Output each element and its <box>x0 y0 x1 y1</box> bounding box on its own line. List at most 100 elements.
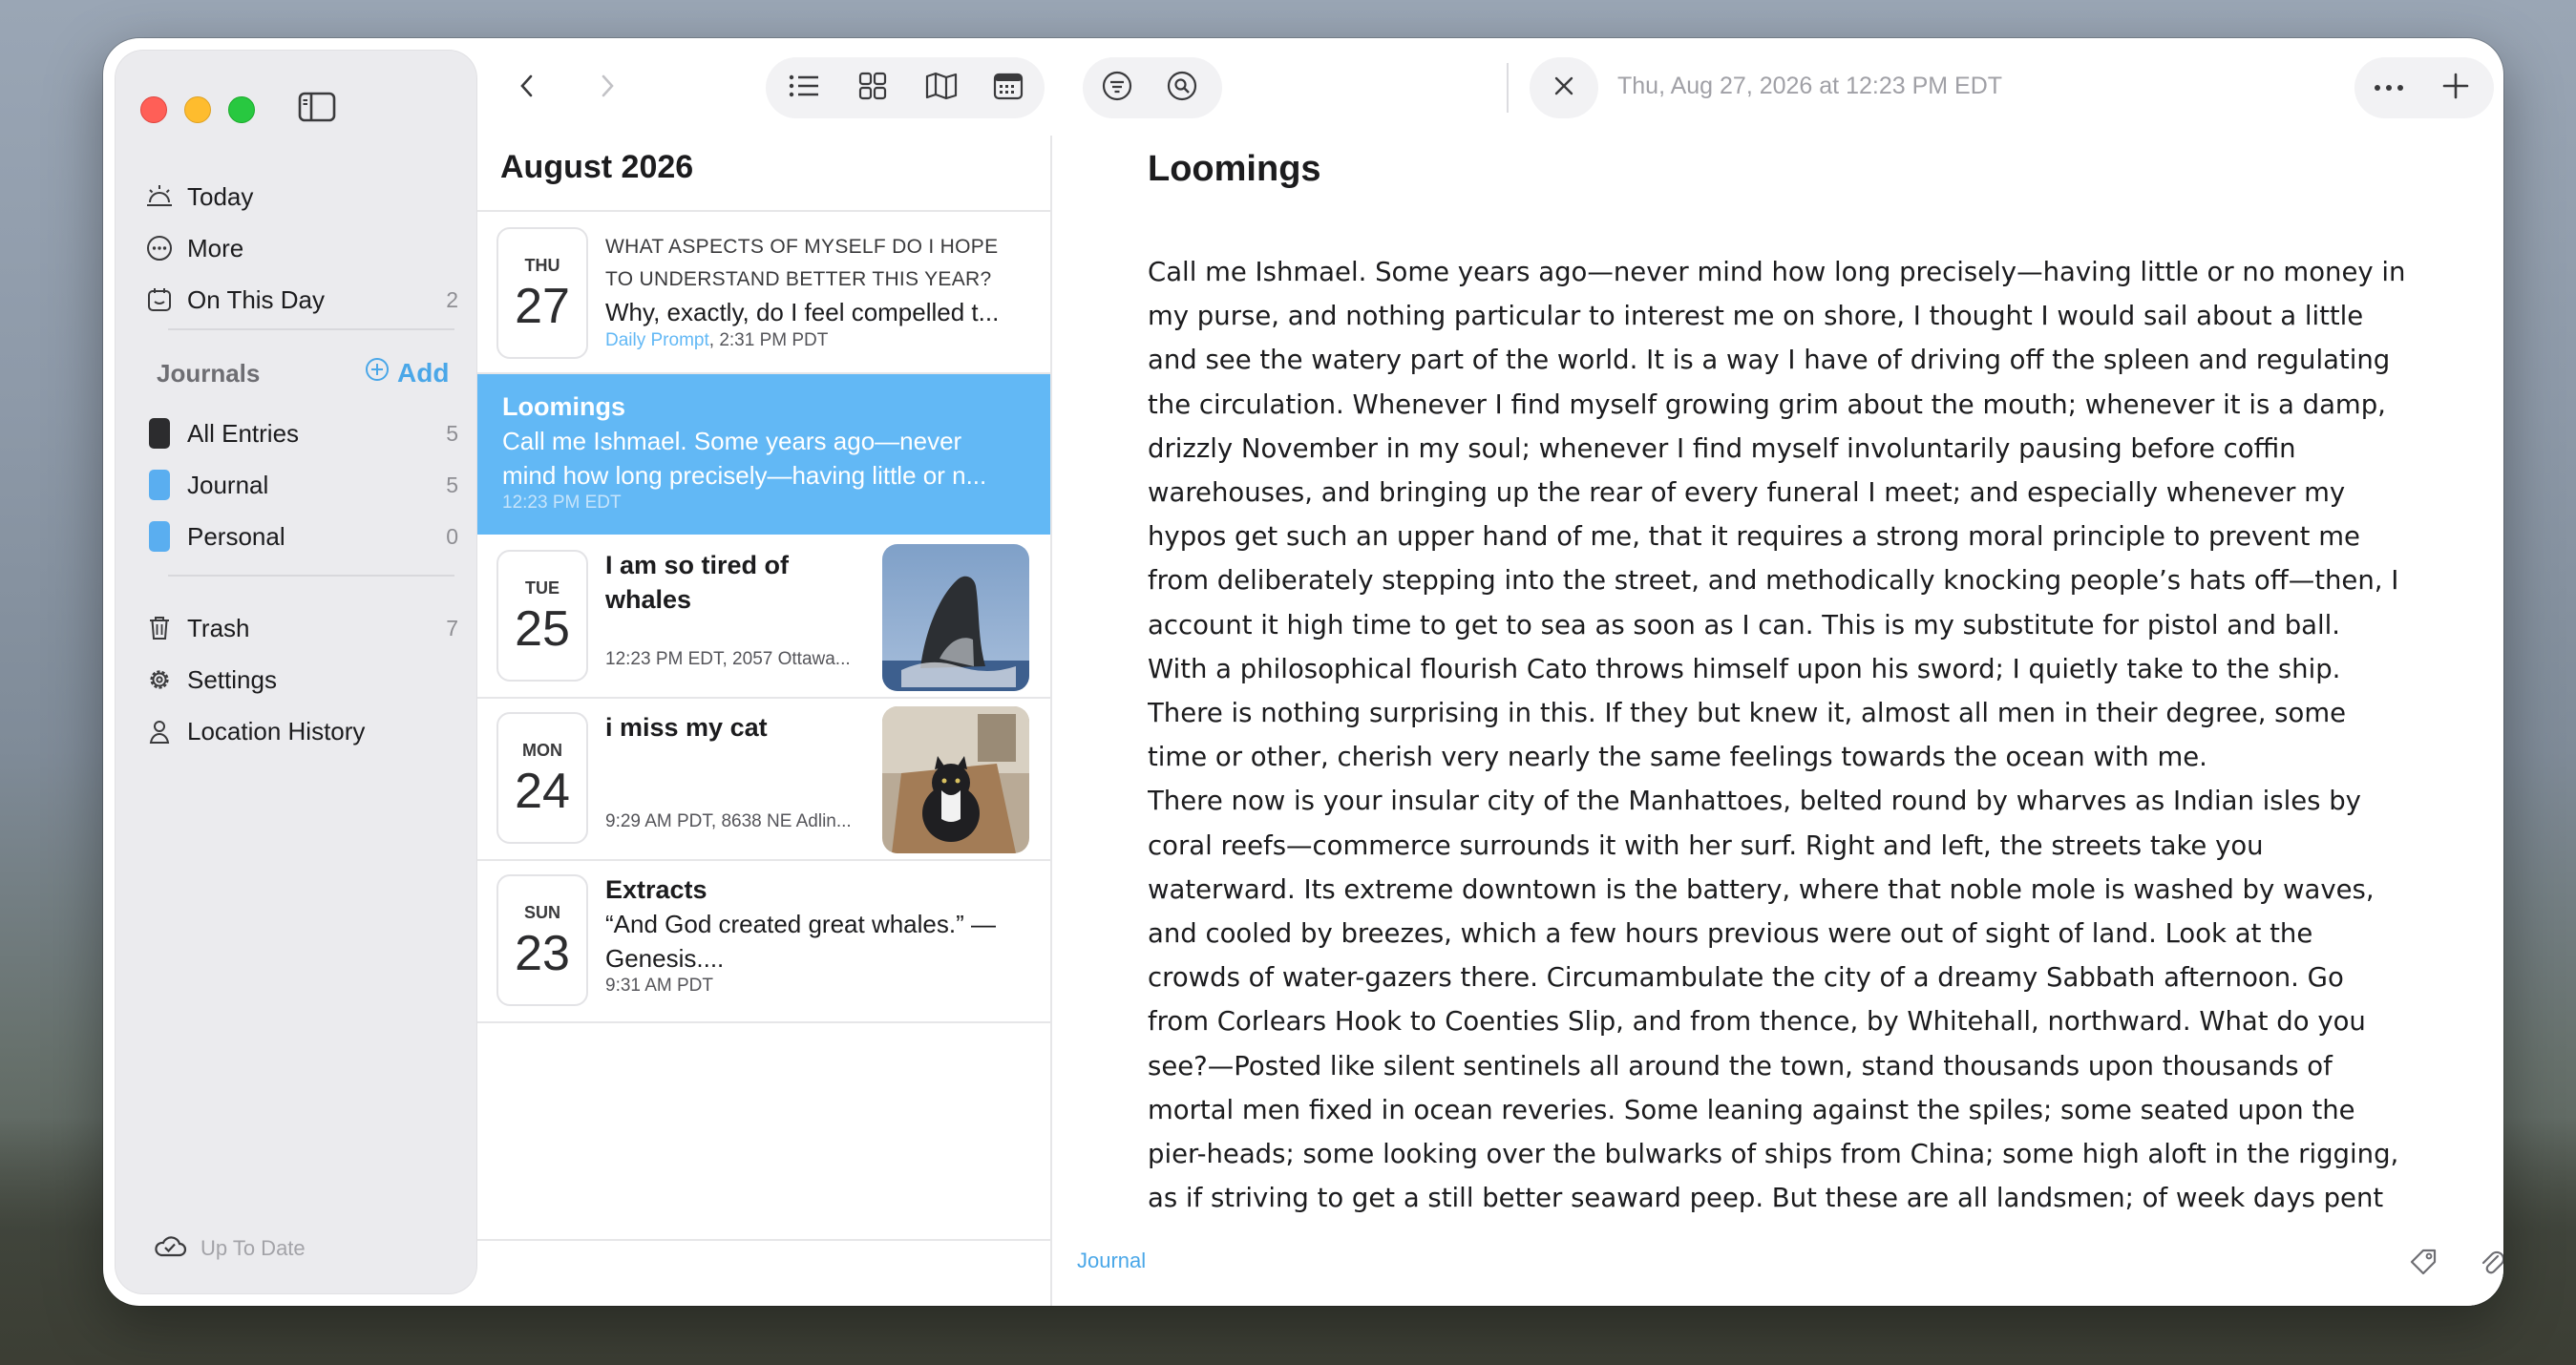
entry-meta-tag: Daily Prompt <box>605 330 709 350</box>
cat-photo-thumbnail <box>882 706 1029 853</box>
sync-status-label: Up To Date <box>201 1236 306 1260</box>
list-item[interactable]: THU 27 WHAT ASPECTS OF MYSELF DO I HOPE … <box>477 212 1050 374</box>
add-label: Add <box>397 357 450 388</box>
divider <box>477 1239 1050 1241</box>
plus-circle-icon <box>365 357 390 388</box>
day-of-week: TUE <box>525 578 560 598</box>
entry-date-stamp[interactable]: Thu, Aug 27, 2026 at 12:23 PM EDT <box>1617 73 2002 100</box>
sidebar-item-label: All Entries <box>187 418 300 448</box>
entry-text: Extracts “And God created great whales.”… <box>605 872 1035 997</box>
editor-footer: Journal Aa <box>1052 1231 2503 1306</box>
entry-date-box: TUE 25 <box>496 550 588 682</box>
search-button[interactable] <box>1157 63 1207 113</box>
sidebar: Today More On This Day 2 Journals Add Al… <box>115 50 477 1294</box>
calendar-view-button[interactable] <box>983 63 1033 113</box>
day-of-week: THU <box>524 256 560 275</box>
grid-icon <box>858 72 887 105</box>
footer-journal-link[interactable]: Journal <box>1077 1249 1146 1273</box>
list-item[interactable]: SUN 23 Extracts “And God created great w… <box>477 859 1050 1023</box>
list-item[interactable]: MON 24 i miss my cat 9:29 AM PDT, 8638 N… <box>477 697 1050 861</box>
entry-preview: mind how long precisely—having little or… <box>502 461 987 490</box>
sidebar-item-personal[interactable]: Personal 0 <box>143 515 458 557</box>
trash-icon <box>143 612 176 644</box>
entry-paragraph: There now is your insular city of the Ma… <box>1148 786 2399 1214</box>
entry-title: i miss my cat <box>605 713 768 742</box>
entry-title-heading[interactable]: Loomings <box>1148 149 1321 190</box>
sidebar-item-location-history[interactable]: Location History <box>143 710 458 752</box>
toolbar-divider <box>1507 63 1509 113</box>
entry-prompt: WHAT ASPECTS OF MYSELF DO I HOPE TO UNDE… <box>605 236 999 290</box>
sidebar-item-label: More <box>187 233 244 262</box>
entry-meta: 12:23 PM EDT <box>502 493 622 513</box>
sidebar-item-label: On This Day <box>187 284 326 314</box>
calendar-icon <box>143 284 176 316</box>
app-window: Today More On This Day 2 Journals Add Al… <box>103 38 2503 1306</box>
forward-button[interactable] <box>582 63 632 113</box>
day-number: 25 <box>515 601 570 657</box>
entry-list: August 2026 THU 27 WHAT ASPECTS OF MYSEL… <box>477 136 1052 1306</box>
entry-preview: Why, exactly, do I feel compelled t... <box>605 298 1000 326</box>
entry-text: WHAT ASPECTS OF MYSELF DO I HOPE TO UNDE… <box>605 231 1025 351</box>
ellipsis-icon <box>2374 79 2404 96</box>
paperclip-icon <box>2479 1247 2503 1282</box>
entry-title: Loomings <box>502 392 625 421</box>
entry-body[interactable]: Call me Ishmael. Some years ago—never mi… <box>1148 250 2408 1224</box>
close-window-button[interactable] <box>140 96 167 123</box>
new-entry-button[interactable] <box>2431 63 2481 113</box>
list-item-selected[interactable]: Loomings Call me Ishmael. Some years ago… <box>477 374 1050 535</box>
entry-preview: “And God created great whales.” — <box>605 910 996 938</box>
ellipsis-circle-icon <box>143 232 176 264</box>
entry-text: I am so tired of whales 12:23 PM EDT, 20… <box>605 548 873 670</box>
sidebar-item-today[interactable]: Today <box>143 176 458 218</box>
entry-paragraph: Call me Ishmael. Some years ago—never mi… <box>1148 257 2406 773</box>
sidebar-item-all-entries[interactable]: All Entries 5 <box>143 412 458 454</box>
entry-date-box: THU 27 <box>496 227 588 359</box>
cloud-check-icon <box>153 1233 187 1264</box>
entry-editor[interactable]: Loomings Call me Ishmael. Some years ago… <box>1052 136 2503 1306</box>
sidebar-item-more[interactable]: More <box>143 227 458 269</box>
sidebar-item-journal[interactable]: Journal 5 <box>143 464 458 506</box>
tag-icon <box>2408 1247 2439 1282</box>
sidebar-item-label: Journal <box>187 470 269 499</box>
sidebar-item-trash[interactable]: Trash 7 <box>143 607 458 649</box>
search-icon <box>1167 71 1197 106</box>
list-view-button[interactable] <box>779 63 829 113</box>
count-badge: 5 <box>446 420 458 446</box>
list-icon <box>788 74 820 103</box>
sunrise-icon <box>143 180 176 213</box>
entry-text: Loomings Call me Ishmael. Some years ago… <box>502 389 1037 514</box>
more-options-button[interactable] <box>2364 63 2414 113</box>
entry-preview: Call me Ishmael. Some years ago—never <box>502 427 962 455</box>
list-item[interactable]: TUE 25 I am so tired of whales 12:23 PM … <box>477 535 1050 699</box>
map-view-button[interactable] <box>917 63 966 113</box>
calendar-grid-icon <box>993 72 1024 105</box>
sidebar-toggle-icon[interactable] <box>294 84 340 130</box>
minimize-window-button[interactable] <box>184 96 211 123</box>
person-pin-icon <box>143 715 176 747</box>
attachment-button[interactable] <box>2471 1243 2503 1285</box>
gear-icon <box>143 663 176 696</box>
close-entry-button[interactable] <box>1539 63 1589 113</box>
sidebar-item-on-this-day[interactable]: On This Day 2 <box>143 279 458 321</box>
filter-button[interactable] <box>1092 63 1142 113</box>
sidebar-item-label: Settings <box>187 664 277 694</box>
add-journal-button[interactable]: Add <box>365 357 449 388</box>
entry-meta: 9:29 AM PDT, 8638 NE Adlin... <box>605 811 852 831</box>
journal-color-swatch <box>149 418 170 449</box>
tag-button[interactable] <box>2402 1243 2444 1285</box>
zoom-window-button[interactable] <box>228 96 255 123</box>
sidebar-item-label: Trash <box>187 613 250 642</box>
sync-status: Up To Date <box>153 1233 306 1264</box>
filter-icon <box>1102 71 1132 106</box>
entry-meta: 9:31 AM PDT <box>605 976 713 996</box>
entry-title: whales <box>605 585 692 614</box>
whale-photo-thumbnail <box>882 544 1029 691</box>
entry-meta: 12:23 PM EDT, 2057 Ottawa... <box>605 649 851 669</box>
entry-date-box: SUN 23 <box>496 874 588 1006</box>
divider <box>168 575 454 577</box>
grid-view-button[interactable] <box>848 63 897 113</box>
count-badge: 2 <box>446 286 458 312</box>
sidebar-item-settings[interactable]: Settings <box>143 659 458 701</box>
back-button[interactable] <box>502 63 552 113</box>
toolbar: Thu, Aug 27, 2026 at 12:23 PM EDT <box>477 38 2503 137</box>
